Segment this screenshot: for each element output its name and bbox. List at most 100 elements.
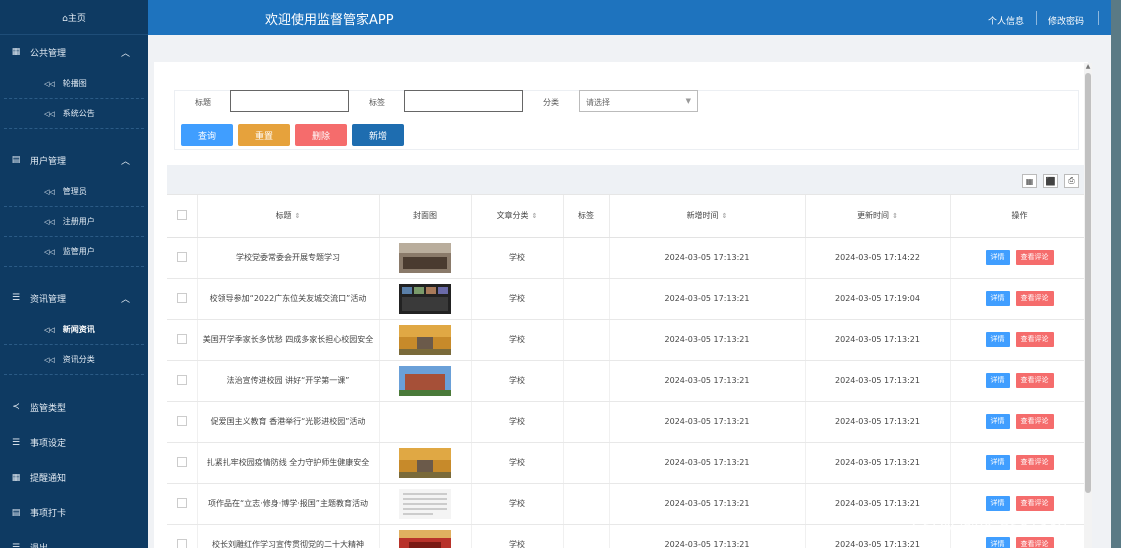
row-checkbox[interactable] (176, 251, 187, 262)
sidebar-group-users[interactable]: ▤ 用户管理 ︿ (0, 143, 148, 177)
view-comments-button[interactable]: 查看评论 (1015, 537, 1054, 548)
col-created[interactable]: 新增时间 ⇕ (609, 195, 806, 238)
sidebar-group-label: 资讯管理 (30, 294, 67, 305)
row-tag (563, 442, 610, 484)
sidebar-item-matter-setting[interactable]: ☰ 事项设定 (0, 425, 148, 460)
row-checkbox[interactable] (176, 538, 187, 548)
print-icon[interactable]: ⎙ (1064, 174, 1079, 188)
sidebar-item-carousel[interactable]: ◁◁ 轮播图 (4, 69, 144, 99)
sidebar-item-supervisor[interactable]: ◁◁ 监管用户 (4, 237, 144, 267)
top-header: 欢迎使用监督管家APP 个人信息 修改密码 (148, 0, 1111, 35)
sidebar-group-public[interactable]: ▦ 公共管理 ︿ (0, 35, 148, 69)
profile-link[interactable]: 个人信息 (988, 14, 1024, 27)
row-category: 学校 (471, 524, 564, 548)
columns-icon[interactable]: ▦ (1022, 174, 1037, 188)
row-updated: 2024-03-05 17:14:22 (805, 237, 951, 279)
sidebar-item-news[interactable]: ◁◁ 新闻资讯 (4, 315, 144, 345)
view-comments-button[interactable]: 查看评论 (1015, 455, 1054, 470)
book-icon: ▤ (11, 507, 21, 518)
row-tag (563, 319, 610, 361)
col-actions: 操作 (950, 195, 1090, 238)
sort-icon: ⇕ (294, 212, 301, 221)
cover-image (399, 447, 451, 478)
view-comments-button[interactable]: 查看评论 (1015, 373, 1054, 388)
view-comments-button[interactable]: 查看评论 (1015, 291, 1054, 306)
view-comments-button[interactable]: 查看评论 (1015, 496, 1054, 511)
sidebar-item-news-category[interactable]: ◁◁ 资讯分类 (4, 345, 144, 375)
change-password-link[interactable]: 修改密码 (1048, 14, 1084, 27)
reset-button[interactable]: 重置 (238, 124, 290, 146)
double-arrow-icon: ◁◁ (44, 325, 55, 334)
detail-button[interactable]: 详情 (985, 373, 1010, 388)
app-title: 欢迎使用监督管家APP (265, 13, 394, 28)
view-comments-button[interactable]: 查看评论 (1015, 414, 1054, 429)
title-input[interactable] (230, 90, 349, 112)
sidebar-item-logout[interactable]: ☰ 退出 (0, 530, 148, 548)
col-updated[interactable]: 更新时间 ⇕ (805, 195, 951, 238)
table-row: 校领导参加“2022广东位关友城交流口”活动 学校 2024-03-05 17:13… (167, 278, 1090, 320)
row-cover (379, 401, 472, 443)
row-tag (563, 524, 610, 548)
detail-button[interactable]: 详情 (985, 250, 1010, 265)
category-select[interactable]: 请选择 ▼ (579, 90, 698, 112)
sidebar-home[interactable]: ⌂主页 (0, 0, 148, 35)
sidebar-item-admin[interactable]: ◁◁ 管理员 (4, 177, 144, 207)
detail-button[interactable]: 详情 (985, 455, 1010, 470)
export-icon[interactable]: ⬛ (1043, 174, 1058, 188)
select-all-checkbox[interactable] (176, 209, 187, 220)
row-checkbox[interactable] (176, 415, 187, 426)
detail-button[interactable]: 详情 (985, 332, 1010, 347)
delete-button[interactable]: 删除 (295, 124, 347, 146)
sidebar-item-reminder[interactable]: ▦ 提醒通知 (0, 460, 148, 495)
row-updated: 2024-03-05 17:13:21 (805, 360, 951, 402)
sidebar-item-notice[interactable]: ◁◁ 系统公告 (4, 99, 144, 129)
col-title[interactable]: 标题 ⇕ (197, 195, 380, 238)
tag-input[interactable] (404, 90, 523, 112)
detail-button[interactable]: 详情 (985, 291, 1010, 306)
row-actions: 详情 查看评论 (950, 442, 1090, 484)
row-title: 校领导参加“2022广东位关友城交流口”活动 (197, 278, 380, 320)
grid-icon: ▦ (11, 47, 21, 57)
sidebar-group-news[interactable]: ☰ 资讯管理 ︿ (0, 281, 148, 315)
row-checkbox[interactable] (176, 497, 187, 508)
double-arrow-icon: ◁◁ (44, 247, 55, 256)
row-checkbox[interactable] (176, 374, 187, 385)
row-checkbox[interactable] (176, 292, 187, 303)
chevron-up-icon: ︿ (120, 294, 130, 305)
row-checkbox[interactable] (176, 333, 187, 344)
detail-button[interactable]: 详情 (985, 496, 1010, 511)
scrollbar-thumb[interactable] (1085, 73, 1091, 493)
tag-label: 标签 (369, 98, 385, 107)
double-arrow-icon: ◁◁ (44, 79, 55, 88)
row-cover (379, 237, 472, 279)
row-created: 2024-03-05 17:13:21 (609, 319, 806, 361)
row-created: 2024-03-05 17:13:21 (609, 483, 806, 525)
title-label: 标题 (195, 98, 211, 107)
sidebar-item-supervision-type[interactable]: ≺ 监管类型 (0, 389, 148, 425)
col-category[interactable]: 文章分类 ⇕ (471, 195, 564, 238)
row-title: 促爱国主义教育 香港举行“光影进校园”活动 (197, 401, 380, 443)
list-icon: ☰ (11, 542, 21, 548)
row-updated: 2024-03-05 17:19:04 (805, 278, 951, 320)
row-created: 2024-03-05 17:13:21 (609, 401, 806, 443)
cover-image (399, 324, 451, 355)
view-comments-button[interactable]: 查看评论 (1015, 250, 1054, 265)
add-button[interactable]: 新增 (352, 124, 404, 146)
detail-button[interactable]: 详情 (985, 414, 1010, 429)
row-updated: 2024-03-05 17:13:21 (805, 442, 951, 484)
row-checkbox[interactable] (176, 456, 187, 467)
sidebar-item-registered[interactable]: ◁◁ 注册用户 (4, 207, 144, 237)
row-category: 学校 (471, 237, 564, 279)
sidebar-item-checkin[interactable]: ▤ 事项打卡 (0, 495, 148, 530)
col-cover: 封面图 (379, 195, 472, 238)
news-table: 标题 ⇕ 封面图 文章分类 ⇕ 标签 新增时间 ⇕ 更新时间 ⇕ 操作 学校党委常委会开… (167, 195, 1090, 548)
category-placeholder: 请选择 (586, 98, 610, 107)
table-row: 促爱国主义教育 香港举行“光影进校园”活动 学校 2024-03-05 17:13:… (167, 401, 1090, 443)
row-tag (563, 483, 610, 525)
main-panel: 标题 标签 分类 请选择 ▼ 查询 重置 删除 新增 ▦ ⬛ ⎙ 标题 ⇕ 封面… (154, 62, 1090, 548)
detail-button[interactable]: 详情 (985, 537, 1010, 548)
scroll-up-icon[interactable]: ▲ (1084, 63, 1092, 71)
vertical-scrollbar[interactable]: ▲ (1084, 63, 1092, 548)
view-comments-button[interactable]: 查看评论 (1015, 332, 1054, 347)
query-button[interactable]: 查询 (181, 124, 233, 146)
